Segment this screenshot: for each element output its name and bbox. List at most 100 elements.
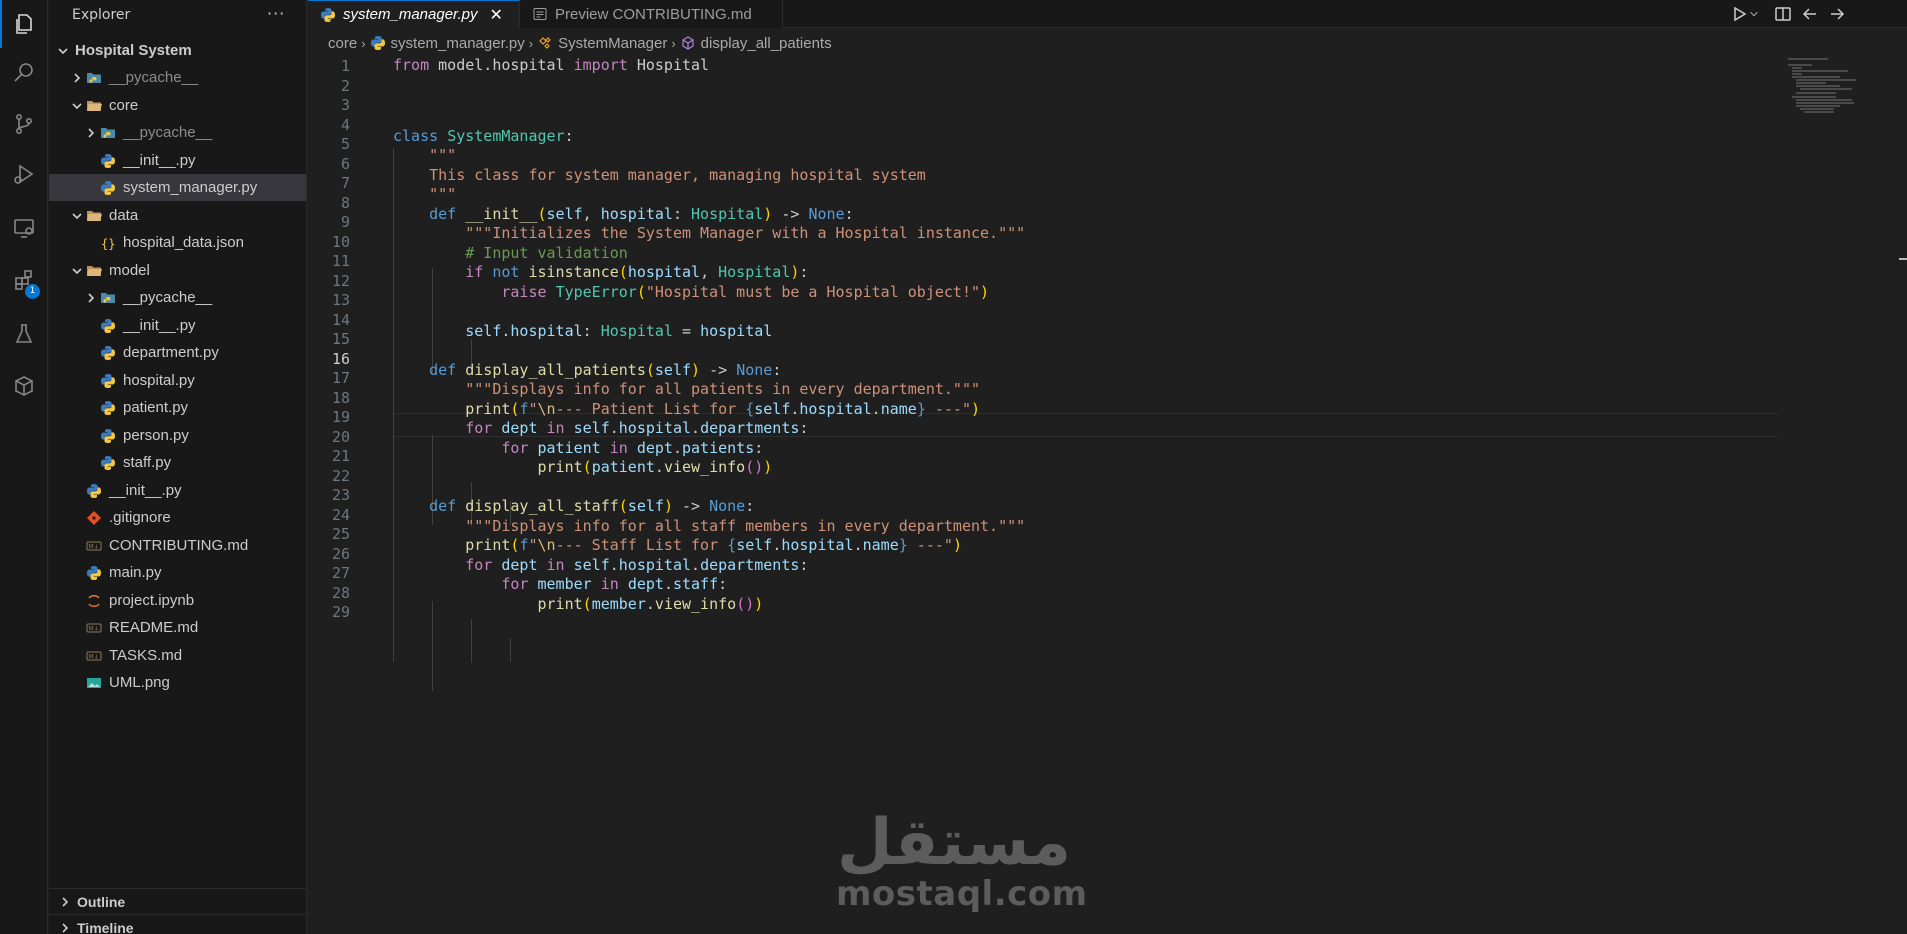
svg-text:M↓: M↓ xyxy=(89,653,99,660)
tree-item[interactable]: hospital.py xyxy=(49,367,306,394)
code-line: print(f"\n--- Patient List for {self.hos… xyxy=(465,400,981,418)
breadcrumb-item[interactable]: SystemManager xyxy=(558,35,667,52)
tree-item-label: system_manager.py xyxy=(123,179,258,196)
indent-guide xyxy=(471,619,472,663)
tab-system-manager[interactable]: system_manager.py ✕ xyxy=(308,0,520,28)
chevron-down-icon xyxy=(55,43,71,59)
tree-item[interactable]: M↓ README.md xyxy=(49,614,306,641)
remote-explorer-icon[interactable] xyxy=(0,204,48,252)
folder-open-icon xyxy=(85,98,103,114)
line-number: 18 xyxy=(331,389,350,407)
python-icon xyxy=(99,428,117,444)
svg-text:M↓: M↓ xyxy=(89,625,99,632)
line-number: 13 xyxy=(331,291,350,309)
tree-item-label: CONTRIBUTING.md xyxy=(109,537,249,554)
watermark-arabic: مستقل xyxy=(836,806,1072,880)
chevron-down-icon[interactable] xyxy=(1746,2,1762,26)
tree-item-label: UML.png xyxy=(109,674,170,691)
extensions-icon[interactable]: 1 xyxy=(0,256,48,304)
tree-item[interactable]: __pycache__ xyxy=(49,64,306,91)
tree-item-label: core xyxy=(109,97,139,114)
tree-item[interactable]: system_manager.py xyxy=(49,174,306,201)
code-line: raise TypeError("Hospital must be a Hosp… xyxy=(501,283,990,301)
containers-icon[interactable] xyxy=(0,362,48,410)
tree-item[interactable]: M↓ CONTRIBUTING.md xyxy=(49,532,306,559)
tree-root[interactable]: Hospital System xyxy=(49,37,306,64)
search-icon[interactable] xyxy=(0,48,48,96)
arrow-left-icon[interactable] xyxy=(1798,2,1822,26)
python-icon xyxy=(99,400,117,416)
breadcrumb-item[interactable]: system_manager.py xyxy=(391,35,525,52)
close-icon[interactable]: ✕ xyxy=(490,5,503,25)
tree-item[interactable]: project.ipynb xyxy=(49,587,306,614)
tree-item[interactable]: patient.py xyxy=(49,394,306,421)
json-icon: {} xyxy=(99,235,117,251)
tree-item[interactable]: __init__.py xyxy=(49,477,306,504)
method-icon xyxy=(680,35,696,51)
line-number: 4 xyxy=(340,116,350,134)
testing-icon[interactable] xyxy=(0,310,48,358)
chevron-down-icon xyxy=(69,98,85,114)
tree-item-label: TASKS.md xyxy=(109,647,183,664)
tree-item[interactable]: UML.png xyxy=(49,669,306,696)
code-line: def display_all_staff(self) -> None: xyxy=(429,497,755,515)
watermark: مستقل mostaql.com xyxy=(836,806,1087,914)
split-editor-icon[interactable] xyxy=(1771,2,1795,26)
line-number: 26 xyxy=(331,545,350,563)
code-line: def __init__(self, hospital: Hospital) -… xyxy=(429,205,854,223)
tree-item[interactable]: department.py xyxy=(49,339,306,366)
tree-item-label: __pycache__ xyxy=(123,124,213,141)
markdown-icon: M↓ xyxy=(85,648,103,664)
tree-item[interactable]: M↓ TASKS.md xyxy=(49,642,306,669)
tree-item[interactable]: __pycache__ xyxy=(49,284,306,311)
chevron-right-icon: › xyxy=(361,35,366,51)
more-actions-icon[interactable]: ··· xyxy=(267,4,285,23)
tree-item[interactable]: __pycache__ xyxy=(49,119,306,146)
arrow-right-icon[interactable] xyxy=(1825,2,1849,26)
run-debug-icon[interactable] xyxy=(0,150,48,198)
tree-item[interactable]: __init__.py xyxy=(49,312,306,339)
code-line: This class for system manager, managing … xyxy=(429,166,926,184)
minimap[interactable] xyxy=(1780,56,1890,116)
explorer-icon[interactable] xyxy=(0,0,48,48)
python-icon xyxy=(99,318,117,334)
tree-item[interactable]: __init__.py xyxy=(49,147,306,174)
tree-item[interactable]: {} hospital_data.json xyxy=(49,229,306,256)
chevron-right-icon: › xyxy=(528,35,534,51)
tree-item[interactable]: person.py xyxy=(49,422,306,449)
code-line: """Initializes the System Manager with a… xyxy=(465,224,1026,242)
source-control-icon[interactable] xyxy=(0,100,48,148)
tree-item-label: hospital_data.json xyxy=(123,234,244,251)
breadcrumb-item[interactable]: display_all_patients xyxy=(701,35,832,52)
line-number: 25 xyxy=(331,525,350,543)
tree-item[interactable]: staff.py xyxy=(49,449,306,476)
python-folder-icon xyxy=(99,290,117,306)
tree-item[interactable]: .gitignore xyxy=(49,504,306,531)
code-editor[interactable]: 1 2 3 4 5 6 7 8 9 10 11 12 13 14 15 16 17 18 19 20 21 22 23 24 2… xyxy=(308,56,1907,934)
jupyter-icon xyxy=(85,593,103,609)
indent-guide xyxy=(510,638,511,662)
breadcrumb-item[interactable]: core xyxy=(328,35,357,52)
tree-item[interactable]: main.py xyxy=(49,559,306,586)
outline-section[interactable]: Outline xyxy=(49,888,306,914)
chevron-right-icon xyxy=(57,894,73,910)
python-icon xyxy=(99,455,117,471)
scrollbar-marker[interactable] xyxy=(1899,258,1907,260)
timeline-section[interactable]: Timeline xyxy=(49,914,306,934)
tree-item[interactable]: model xyxy=(49,257,306,284)
line-number: 6 xyxy=(340,155,350,173)
line-number: 12 xyxy=(331,272,350,290)
tab-preview-contributing[interactable]: Preview CONTRIBUTING.md xyxy=(520,0,783,28)
tree-item-label: __init__.py xyxy=(109,482,182,499)
code-line: for dept in self.hospital.departments: xyxy=(465,556,809,574)
tree-item[interactable]: core xyxy=(49,92,306,119)
line-number: 19 xyxy=(331,408,350,426)
code-line: from model.hospital import Hospital xyxy=(393,56,710,74)
chevron-right-icon xyxy=(57,920,73,934)
tree-item[interactable]: data xyxy=(49,202,306,229)
code-line: """Displays info for all staff members i… xyxy=(465,517,1026,535)
